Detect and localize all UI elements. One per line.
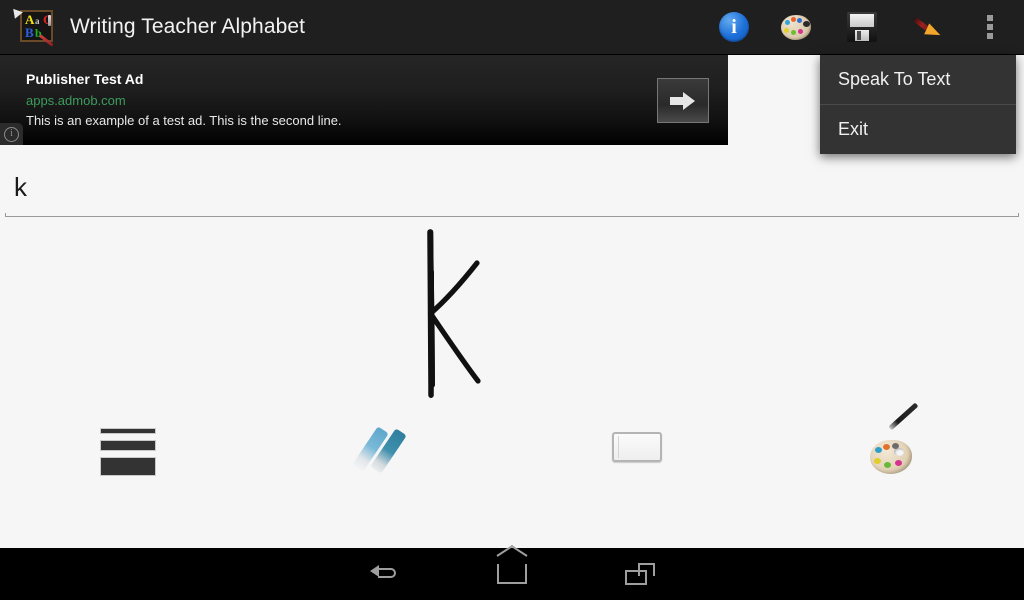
logo-flag-icon [13,7,24,19]
menu-item-speak-to-text[interactable]: Speak To Text [820,55,1016,104]
action-bar: A a C B b Writing Teacher Alphabet i [0,0,1024,55]
ad-url: apps.admob.com [26,93,126,108]
ad-headline: Publisher Test Ad [26,71,144,87]
app-root: A a C B b Writing Teacher Alphabet i [0,0,1024,600]
blank-page-icon [612,432,662,462]
clear-canvas-tool[interactable] [612,410,668,522]
android-navigation-bar [0,548,1024,600]
menu-item-exit[interactable]: Exit [820,105,1016,154]
ad-banner[interactable]: Publisher Test Ad apps.admob.com This is… [0,55,728,145]
palette-icon [781,13,815,41]
brush-icon [909,12,943,42]
logo-board: A a C B b [20,10,54,47]
logo-ruler-icon [48,15,51,26]
arrow-right-icon [670,91,696,110]
save-floppy-icon [847,12,877,42]
color-palette-tool[interactable] [868,402,930,514]
stroke-width-selector[interactable] [100,410,156,518]
ad-body-text: This is an example of a test ad. This is… [26,113,342,128]
logo-letter-B: B [25,25,34,40]
letter-input-value[interactable]: k [14,172,27,202]
palette-brush-icon [868,402,930,476]
home-icon [497,564,527,584]
logo-letter-a: a [35,16,40,26]
stroke-width-thin[interactable] [100,428,156,434]
save-button[interactable] [830,0,894,55]
ad-info-badge[interactable]: i [0,123,23,145]
app-logo-blackboard-icon: A a C B b [13,6,58,48]
eraser-icon [352,424,416,474]
stroke-width-medium[interactable] [100,440,156,451]
palette-button[interactable] [766,0,830,55]
app-title: Writing Teacher Alphabet [70,15,306,38]
back-arrow-icon [370,564,398,584]
info-icon: i [719,12,749,42]
ad-cta-button[interactable] [657,78,709,123]
tool-row [0,402,1024,500]
nav-recents-button[interactable] [576,548,704,600]
recents-icon [625,563,655,585]
stroke-width-thick[interactable] [100,457,156,476]
overflow-menu-button[interactable] [958,0,1022,55]
overflow-dropdown-menu: Speak To Text Exit [820,55,1016,154]
letter-input-underline [5,213,1019,217]
eraser-tool[interactable] [352,410,416,514]
ad-info-icon: i [4,126,19,142]
nav-back-button[interactable] [320,548,448,600]
overflow-menu-icon [987,15,993,39]
brush-button[interactable] [894,0,958,55]
logo-pencil-icon [39,34,54,47]
action-bar-actions: i [702,0,1022,54]
nav-home-button[interactable] [448,548,576,600]
info-button[interactable]: i [702,0,766,55]
